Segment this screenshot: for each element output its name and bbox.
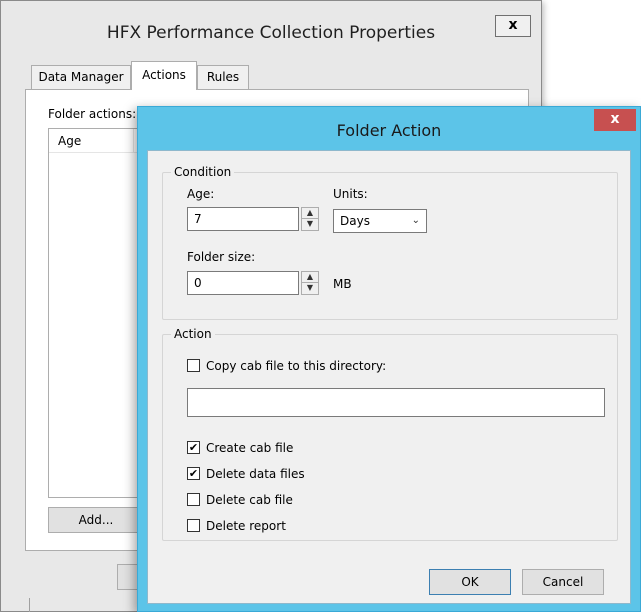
- checkmark-icon[interactable]: ✔: [187, 441, 200, 454]
- age-spinner[interactable]: ▲ ▼: [301, 207, 319, 231]
- folder-size-input[interactable]: 0: [187, 271, 299, 295]
- copy-cab-label: Copy cab file to this directory:: [206, 359, 387, 373]
- checkbox[interactable]: [187, 493, 200, 506]
- age-input[interactable]: 7: [187, 207, 299, 231]
- dialog-body: Condition Age: 7 ▲ ▼ Units: Days ⌄ Folde…: [147, 150, 631, 604]
- units-label: Units:: [333, 187, 368, 201]
- delete-cab-label: Delete cab file: [206, 493, 293, 507]
- checkbox[interactable]: [187, 359, 200, 372]
- ok-button[interactable]: OK: [429, 569, 511, 595]
- divider: [29, 598, 30, 612]
- folder-action-dialog: Folder Action x Condition Age: 7 ▲ ▼ Uni…: [137, 106, 641, 612]
- tab-actions[interactable]: Actions: [131, 61, 197, 90]
- folder-size-label: Folder size:: [187, 250, 256, 264]
- units-value: Days: [340, 214, 370, 228]
- up-arrow-icon[interactable]: ▲: [302, 208, 318, 219]
- condition-group: Condition Age: 7 ▲ ▼ Units: Days ⌄ Folde…: [162, 165, 618, 320]
- tab-data-manager[interactable]: Data Manager: [31, 65, 131, 89]
- folder-size-unit: MB: [333, 277, 352, 291]
- up-arrow-icon[interactable]: ▲: [302, 272, 318, 283]
- down-arrow-icon[interactable]: ▼: [302, 283, 318, 294]
- chevron-down-icon: ⌄: [411, 215, 420, 226]
- condition-group-label: Condition: [171, 165, 235, 179]
- directory-input[interactable]: [187, 388, 605, 417]
- folder-actions-list[interactable]: Age: [48, 128, 144, 498]
- checkbox[interactable]: [187, 519, 200, 532]
- tab-rules[interactable]: Rules: [197, 65, 249, 89]
- add-button[interactable]: Add...: [48, 507, 144, 533]
- age-label: Age:: [187, 187, 215, 201]
- delete-report-label: Delete report: [206, 519, 286, 533]
- column-divider[interactable]: [133, 129, 134, 153]
- close-button[interactable]: x: [594, 109, 636, 131]
- cancel-button[interactable]: Cancel: [522, 569, 604, 595]
- down-arrow-icon[interactable]: ▼: [302, 219, 318, 230]
- checkmark-icon[interactable]: ✔: [187, 467, 200, 480]
- action-group: Action Copy cab file to this directory: …: [162, 327, 618, 541]
- close-button[interactable]: x: [495, 15, 531, 37]
- delete-data-files-label: Delete data files: [206, 467, 305, 481]
- create-cab-label: Create cab file: [206, 441, 294, 455]
- action-group-label: Action: [171, 327, 215, 341]
- folder-size-spinner[interactable]: ▲ ▼: [301, 271, 319, 295]
- folder-actions-label: Folder actions:: [48, 107, 137, 121]
- dialog-title: Folder Action: [336, 121, 442, 140]
- column-header-age[interactable]: Age: [49, 129, 143, 153]
- window-title: HFX Performance Collection Properties: [106, 23, 436, 43]
- units-dropdown[interactable]: Days ⌄: [333, 209, 427, 233]
